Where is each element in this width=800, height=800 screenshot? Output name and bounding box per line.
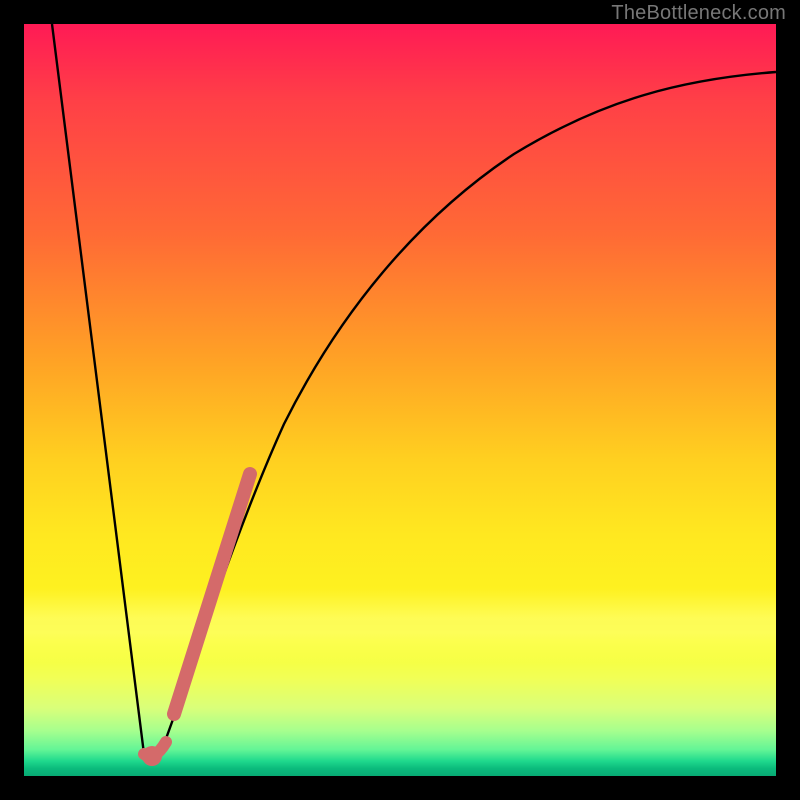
bottleneck-curve	[52, 24, 776, 761]
highlight-segment	[174, 474, 250, 714]
curve-layer	[24, 24, 776, 776]
minimum-marker-tail	[144, 742, 166, 756]
plot-area	[24, 24, 776, 776]
chart-frame: TheBottleneck.com	[0, 0, 800, 800]
watermark-text: TheBottleneck.com	[611, 2, 786, 25]
